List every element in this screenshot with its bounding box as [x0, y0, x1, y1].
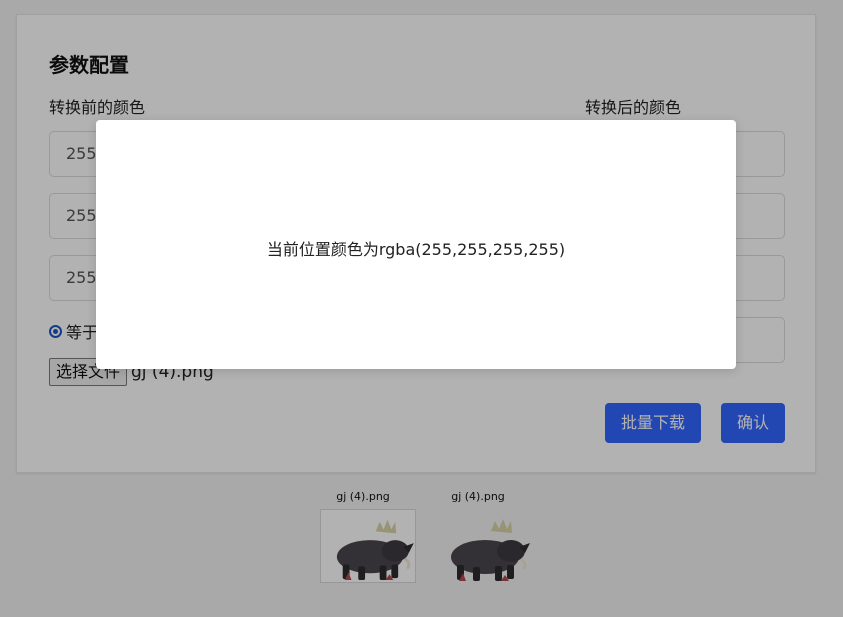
color-info-dialog: 当前位置颜色为rgba(255,255,255,255) — [96, 120, 736, 369]
color-info-message: 当前位置颜色为rgba(255,255,255,255) — [266, 240, 566, 259]
